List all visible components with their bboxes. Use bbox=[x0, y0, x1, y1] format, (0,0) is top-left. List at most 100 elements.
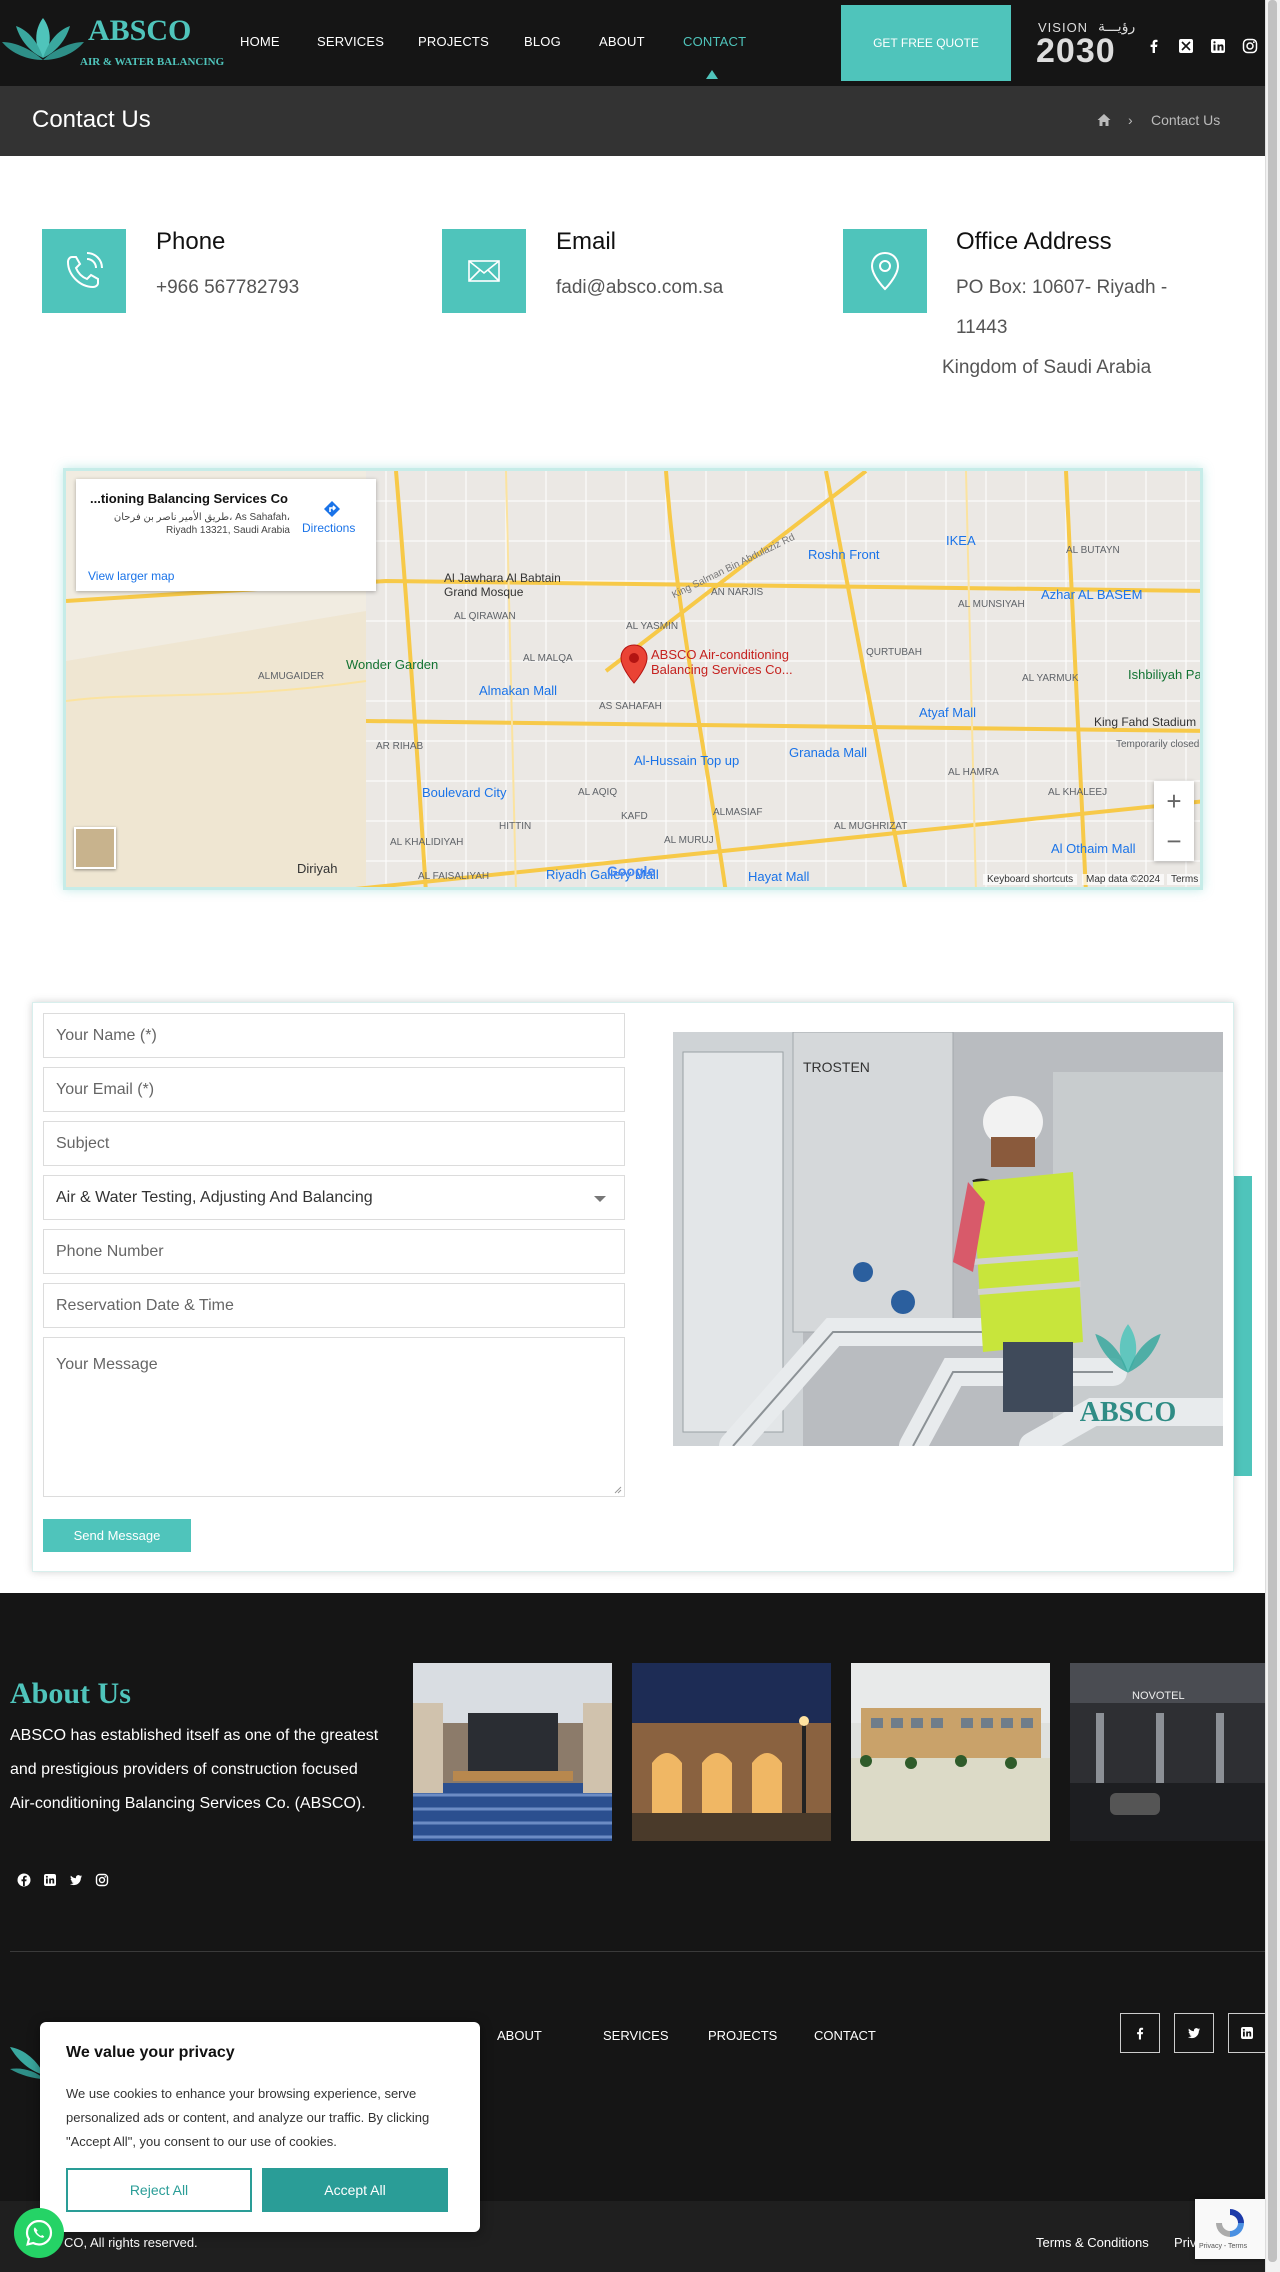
map-label: KAFD bbox=[621, 811, 648, 822]
privacy-link[interactable]: Priv bbox=[1174, 2235, 1196, 2250]
instagram-icon[interactable] bbox=[1242, 38, 1258, 54]
footer-divider bbox=[10, 1951, 1265, 1952]
get-free-quote-button[interactable]: GET FREE QUOTE bbox=[841, 5, 1011, 81]
recaptcha-badge[interactable]: Privacy - Terms bbox=[1195, 2199, 1265, 2259]
address-line-1: PO Box: 10607- Riyadh - bbox=[956, 277, 1168, 298]
recaptcha-label[interactable]: Privacy - Terms bbox=[1199, 2243, 1247, 2250]
map-label: QURTUBAH bbox=[866, 647, 922, 658]
footer-nav-about[interactable]: ABOUT bbox=[497, 2028, 542, 2043]
nav-projects[interactable]: PROJECTS bbox=[418, 34, 489, 49]
linkedin-icon[interactable] bbox=[1228, 2013, 1265, 2053]
map-poi[interactable]: Ishbiliyah Pa bbox=[1128, 667, 1200, 682]
map-poi[interactable]: Roshn Front bbox=[808, 547, 880, 562]
nav-contact[interactable]: CONTACT bbox=[683, 34, 746, 49]
map-label: ALMASIAF bbox=[713, 807, 763, 818]
terms-link[interactable]: Terms & Conditions bbox=[1036, 2235, 1149, 2250]
twitter-icon[interactable] bbox=[1174, 2013, 1214, 2053]
phone-value[interactable]: +966 567782793 bbox=[156, 277, 299, 299]
map-label: King Fahd Stadium bbox=[1094, 715, 1197, 729]
home-icon[interactable] bbox=[1096, 112, 1112, 128]
gallery-image-building[interactable] bbox=[851, 1663, 1050, 1841]
map-poi[interactable]: Wonder Garden bbox=[346, 657, 438, 672]
footer-nav-services[interactable]: SERVICES bbox=[603, 2028, 669, 2043]
breadcrumb-current: Contact Us bbox=[1151, 112, 1221, 128]
map-label: AL MUNSIYAH bbox=[958, 599, 1025, 610]
map-poi[interactable]: Al-Hussain Top up bbox=[634, 753, 739, 768]
x-icon[interactable] bbox=[1178, 38, 1194, 54]
map-data-credit: Map data ©2024 bbox=[1082, 874, 1165, 885]
nav-about[interactable]: ABOUT bbox=[599, 34, 645, 49]
google-map[interactable]: ...tioning Balancing Services Co طريق ال… bbox=[63, 468, 1203, 890]
map-label: AL MURUJ bbox=[664, 835, 714, 846]
directions-icon[interactable] bbox=[322, 499, 342, 519]
active-nav-indicator bbox=[706, 70, 718, 79]
map-poi[interactable]: Boulevard City bbox=[422, 785, 507, 800]
svg-text:TROSTEN: TROSTEN bbox=[803, 1059, 870, 1075]
map-poi[interactable]: Atyaf Mall bbox=[919, 705, 976, 720]
footer-nav-contact[interactable]: CONTACT bbox=[814, 2028, 876, 2043]
map-label: ALMUGAIDER bbox=[258, 671, 325, 682]
facebook-icon[interactable] bbox=[16, 1873, 32, 1889]
footer-logo-icon[interactable] bbox=[8, 2035, 44, 2091]
map-poi[interactable]: Almakan Mall bbox=[479, 683, 557, 698]
map-poi[interactable]: Azhar AL BASEM bbox=[1041, 587, 1142, 602]
map-label: AL MUGHRIZAT bbox=[834, 821, 908, 832]
accept-all-button[interactable]: Accept All bbox=[262, 2168, 448, 2212]
map-poi[interactable]: Hayat Mall bbox=[748, 869, 809, 884]
map-poi[interactable]: IKEA bbox=[946, 533, 976, 548]
map-marker-label-1: ABSCO Air-conditioning bbox=[651, 647, 790, 662]
nav-home[interactable]: HOME bbox=[240, 34, 280, 49]
gallery-image-hotel[interactable]: NOVOTEL bbox=[1070, 1663, 1265, 1841]
scrollbar-thumb[interactable] bbox=[1268, 0, 1277, 2262]
map-marker-icon[interactable] bbox=[620, 644, 648, 684]
map-label: Temporarily closed bbox=[1116, 739, 1200, 750]
gallery-image-auditorium[interactable] bbox=[413, 1663, 612, 1841]
logo-subtitle: AIR & WATER BALANCING bbox=[80, 56, 225, 68]
nav-blog[interactable]: BLOG bbox=[524, 34, 561, 49]
twitter-icon[interactable] bbox=[68, 1873, 84, 1889]
email-title: Email bbox=[556, 228, 617, 255]
name-field[interactable]: Your Name (*) bbox=[43, 1013, 625, 1058]
message-textarea[interactable]: Your Message bbox=[43, 1337, 625, 1497]
map-poi[interactable]: Al Othaim Mall bbox=[1051, 841, 1136, 856]
facebook-icon[interactable] bbox=[1120, 2013, 1160, 2053]
zoom-in-icon[interactable]: + bbox=[1154, 781, 1194, 821]
map-label: AN NARJIS bbox=[711, 587, 764, 598]
map-terms-link[interactable]: Terms bbox=[1167, 874, 1200, 885]
map-pin-icon bbox=[870, 251, 900, 291]
watermark-text: ABSCO bbox=[1079, 1397, 1177, 1428]
reject-all-button[interactable]: Reject All bbox=[66, 2168, 252, 2212]
phone-number-field[interactable]: Phone Number bbox=[43, 1229, 625, 1274]
map-directions-link[interactable]: Directions bbox=[302, 521, 355, 535]
street-view-thumbnail[interactable] bbox=[74, 827, 116, 869]
service-select[interactable]: Air & Water Testing, Adjusting And Balan… bbox=[43, 1175, 625, 1220]
logo-text[interactable]: ABSCO bbox=[88, 14, 191, 48]
map-keyboard-shortcuts[interactable]: Keyboard shortcuts bbox=[983, 874, 1078, 885]
gallery-image-villa[interactable] bbox=[632, 1663, 831, 1841]
zoom-out-icon[interactable]: − bbox=[1154, 821, 1194, 861]
email-field[interactable]: Your Email (*) bbox=[43, 1067, 625, 1112]
linkedin-icon[interactable] bbox=[42, 1873, 58, 1889]
about-text: ABSCO has established itself as one of t… bbox=[10, 1727, 379, 1812]
map-poi[interactable]: Granada Mall bbox=[789, 745, 867, 760]
map-label: Diriyah bbox=[297, 861, 338, 876]
recaptcha-icon bbox=[1216, 2209, 1244, 2237]
nav-services[interactable]: SERVICES bbox=[317, 34, 384, 49]
lotus-logo-icon[interactable] bbox=[0, 8, 86, 74]
subject-field[interactable]: Subject bbox=[43, 1121, 625, 1166]
map-label: Grand Mosque bbox=[444, 585, 524, 599]
footer-nav-projects[interactable]: PROJECTS bbox=[708, 2028, 777, 2043]
reservation-date-field[interactable]: Reservation Date & Time bbox=[43, 1283, 625, 1328]
cookie-consent-banner: We value your privacy We use cookies to … bbox=[40, 2022, 480, 2232]
instagram-icon[interactable] bbox=[94, 1873, 110, 1889]
map-view-larger-link[interactable]: View larger map bbox=[88, 569, 174, 583]
email-value[interactable]: fadi@absco.com.sa bbox=[556, 277, 723, 299]
map-label: AL BUTAYN bbox=[1066, 545, 1120, 556]
linkedin-icon[interactable] bbox=[1210, 38, 1226, 54]
map-label: AR RIHAB bbox=[376, 741, 424, 752]
whatsapp-icon[interactable] bbox=[14, 2208, 64, 2258]
resize-handle-icon[interactable] bbox=[614, 1486, 622, 1494]
facebook-icon[interactable] bbox=[1146, 38, 1162, 54]
address-icon-box bbox=[843, 229, 927, 313]
send-message-button[interactable]: Send Message bbox=[43, 1519, 191, 1552]
